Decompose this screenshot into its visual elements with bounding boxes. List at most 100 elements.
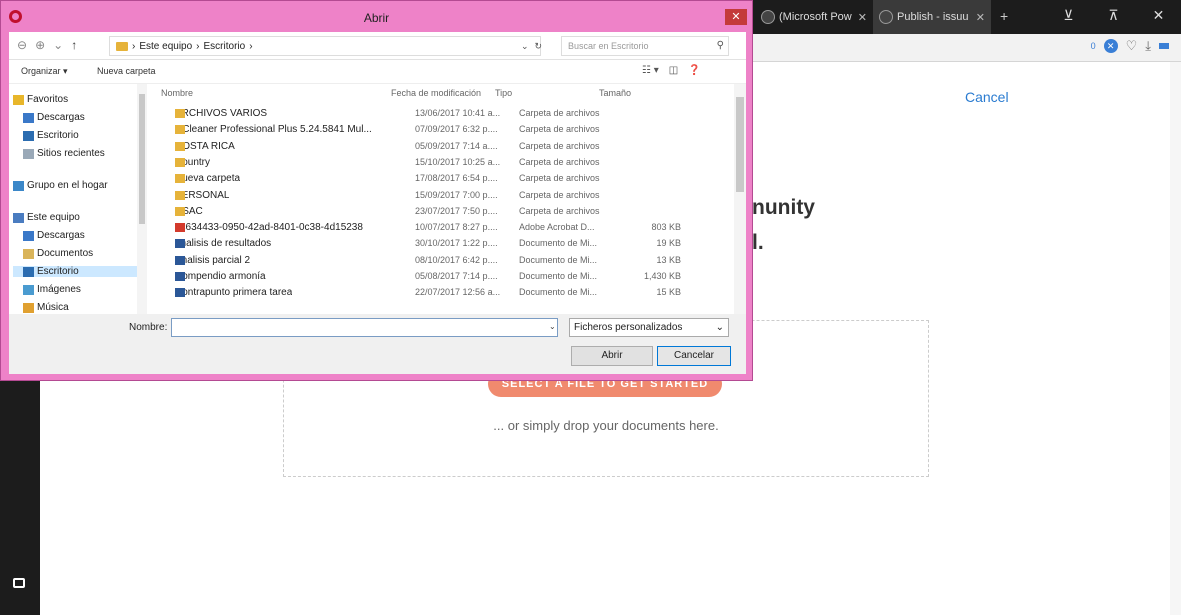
table-row[interactable]: USAC 23/07/2017 7:50 p.... Carpeta de arch…: [175, 206, 746, 221]
tab-close-icon[interactable]: ✕: [976, 11, 985, 24]
column-header-type[interactable]: Tipo: [495, 88, 512, 98]
tab-publish-issuu[interactable]: Publish - issuu ✕: [873, 0, 991, 34]
breadcrumb-item[interactable]: Escritorio: [204, 41, 246, 52]
battery-icon[interactable]: [1159, 43, 1169, 49]
star-icon: [13, 94, 24, 105]
file-size-cell: 15 KB: [656, 287, 681, 298]
table-row[interactable]: Nueva carpeta 17/08/2017 6:54 p.... Carpet…: [175, 173, 746, 188]
table-row[interactable]: Contrapunto primera tarea 22/07/2017 12:5…: [175, 287, 746, 302]
nav-item-6[interactable]: Este equipo: [13, 212, 80, 223]
breadcrumb-item[interactable]: Este equipo: [139, 41, 192, 52]
table-row[interactable]: Country 15/10/2017 10:25 a... Carpeta de a…: [175, 157, 746, 172]
nav-item-label: Grupo en el hogar: [27, 180, 108, 191]
homegroup-icon: [13, 180, 24, 191]
nav-item-5[interactable]: Grupo en el hogar: [13, 180, 108, 191]
table-row[interactable]: ARCHIVOS VARIOS 13/06/2017 10:41 a... Carp…: [175, 108, 746, 123]
view-controls: ☷ ▾ ◫ ❓: [642, 65, 701, 76]
preview-pane-icon[interactable]: ◫: [669, 65, 678, 76]
file-name: Compendio armonía: [175, 271, 266, 282]
forward-arrow-icon[interactable]: ⊕: [35, 38, 45, 52]
file-name: 8c634433-0950-42ad-8401-0c38-4d15238: [175, 222, 363, 234]
nav-item-label: Documentos: [37, 248, 94, 259]
table-row[interactable]: 8c634433-0950-42ad-8401-0c38-4d15238 10/0…: [175, 222, 746, 237]
nav-item-label: Imágenes: [37, 284, 81, 295]
table-row[interactable]: Analisis parcial 2 08/10/2017 6:42 p.... D…: [175, 255, 746, 270]
nav-item-4[interactable]: Sitios recientes: [23, 148, 105, 159]
nav-item-9[interactable]: Escritorio: [13, 266, 137, 277]
column-header-size[interactable]: Tamaño: [599, 88, 631, 98]
nav-item-label: Sitios recientes: [37, 148, 105, 159]
nav-item-3[interactable]: Escritorio: [23, 130, 79, 141]
heart-icon[interactable]: ♡: [1126, 38, 1138, 54]
view-options-icon[interactable]: ☷ ▾: [642, 65, 659, 76]
back-arrow-icon[interactable]: ⊖: [17, 38, 27, 52]
table-row[interactable]: PERSONAL 15/09/2017 7:00 p.... Carpeta de …: [175, 190, 746, 205]
download-icon[interactable]: ⤓: [1145, 38, 1151, 54]
minimize-button[interactable]: ⊻: [1046, 0, 1091, 34]
nav-item-8[interactable]: Documentos: [23, 248, 93, 259]
table-row[interactable]: CCleaner Professional Plus 5.24.5841 Mul…: [175, 124, 746, 139]
file-type-select[interactable]: Ficheros personalizados ⌄: [569, 318, 729, 337]
table-row[interactable]: analisis de resultados 30/10/2017 1:22 p.…: [175, 238, 746, 253]
file-name-cell: COSTA RICA: [175, 141, 390, 152]
file-type-value: Ficheros personalizados: [574, 322, 683, 333]
new-tab-button[interactable]: +: [1000, 8, 1008, 24]
filename-dropdown-icon[interactable]: ⌄: [549, 322, 556, 331]
adblock-icon[interactable]: ✕: [1103, 39, 1118, 53]
file-size-cell: 1,430 KB: [643, 271, 681, 281]
filename-input[interactable]: [171, 318, 558, 337]
sidebar-toggle-icon[interactable]: [13, 578, 25, 588]
column-header-name[interactable]: Nombre: [161, 88, 193, 98]
file-date-cell: 10/07/2017 8:27 p....: [415, 222, 498, 233]
file-type-cell: Documento de Mi...: [519, 271, 598, 281]
nav-item-label: Descargas: [37, 230, 85, 241]
table-row[interactable]: Compendio armonía 05/08/2017 7:14 p.... Do…: [175, 271, 746, 286]
window-controls: ⊻ ⊼ ✕: [1046, 0, 1181, 34]
file-list: Nombre Fecha de modificación Tipo Tamaño…: [147, 84, 746, 314]
tab-label: (Microsoft Pow: [779, 11, 852, 23]
refresh-icon[interactable]: ↻: [535, 41, 543, 52]
search-input[interactable]: Buscar en Escritorio ⚲: [561, 36, 729, 56]
cancel-link[interactable]: Cancel: [965, 89, 1009, 105]
file-name-cell: analisis de resultados: [175, 238, 390, 249]
path-dropdown-icon[interactable]: ⌄: [521, 41, 529, 52]
organize-button[interactable]: Organizar ▾: [21, 66, 68, 77]
nav-item-label: Música: [37, 302, 69, 313]
tab-microsoft-power[interactable]: (Microsoft Pow ✕: [755, 0, 873, 34]
music-icon: [23, 302, 34, 313]
file-type-cell: Documento de Mi...: [519, 287, 598, 298]
column-header-date[interactable]: Fecha de modificación: [391, 88, 481, 98]
file-date-cell: 15/10/2017 10:25 a...: [415, 156, 501, 167]
close-window-button[interactable]: ✕: [1136, 0, 1181, 34]
page-headline-2: l.: [752, 231, 764, 254]
navigation-pane: Favoritos Descargas Escritorio Sitios recie…: [9, 84, 147, 314]
cancel-button[interactable]: Cancelar: [657, 346, 731, 366]
nav-item-11[interactable]: Música: [23, 302, 69, 313]
file-name-cell: PERSONAL: [175, 190, 390, 201]
tab-close-icon[interactable]: ✕: [858, 11, 867, 24]
nav-item-1[interactable]: Favoritos: [13, 94, 68, 105]
file-list-scroll-thumb[interactable]: [736, 97, 744, 192]
breadcrumb[interactable]: › Este equipo › Escritorio ›: [109, 36, 541, 56]
adblock-count: 0: [1090, 41, 1096, 51]
download-folder-icon: [23, 230, 34, 241]
file-name-cell: Country: [175, 157, 390, 168]
nav-item-2[interactable]: Descargas: [23, 112, 85, 123]
folder-icon: [116, 41, 128, 51]
nav-scroll-thumb[interactable]: [139, 94, 145, 224]
issuu-favicon-icon: [879, 10, 893, 24]
file-name: ARCHIVOS VARIOS: [175, 108, 268, 119]
nav-item-7[interactable]: Descargas: [23, 230, 85, 241]
page-scrollbar[interactable]: [1170, 62, 1181, 615]
nav-item-label: Descargas: [37, 112, 85, 123]
folder-icon: [175, 125, 185, 135]
recent-dropdown-icon[interactable]: ⌄: [53, 38, 63, 52]
dialog-close-button[interactable]: ✕: [725, 9, 747, 25]
nav-item-10[interactable]: Imágenes: [23, 284, 81, 295]
up-arrow-icon[interactable]: ↑: [71, 38, 77, 52]
new-folder-button[interactable]: Nueva carpeta: [97, 66, 156, 76]
open-button[interactable]: Abrir: [571, 346, 653, 366]
help-icon[interactable]: ❓: [688, 65, 700, 76]
maximize-button[interactable]: ⊼: [1091, 0, 1136, 34]
table-row[interactable]: COSTA RICA 05/09/2017 7:14 a.... Carpeta d…: [175, 141, 746, 156]
